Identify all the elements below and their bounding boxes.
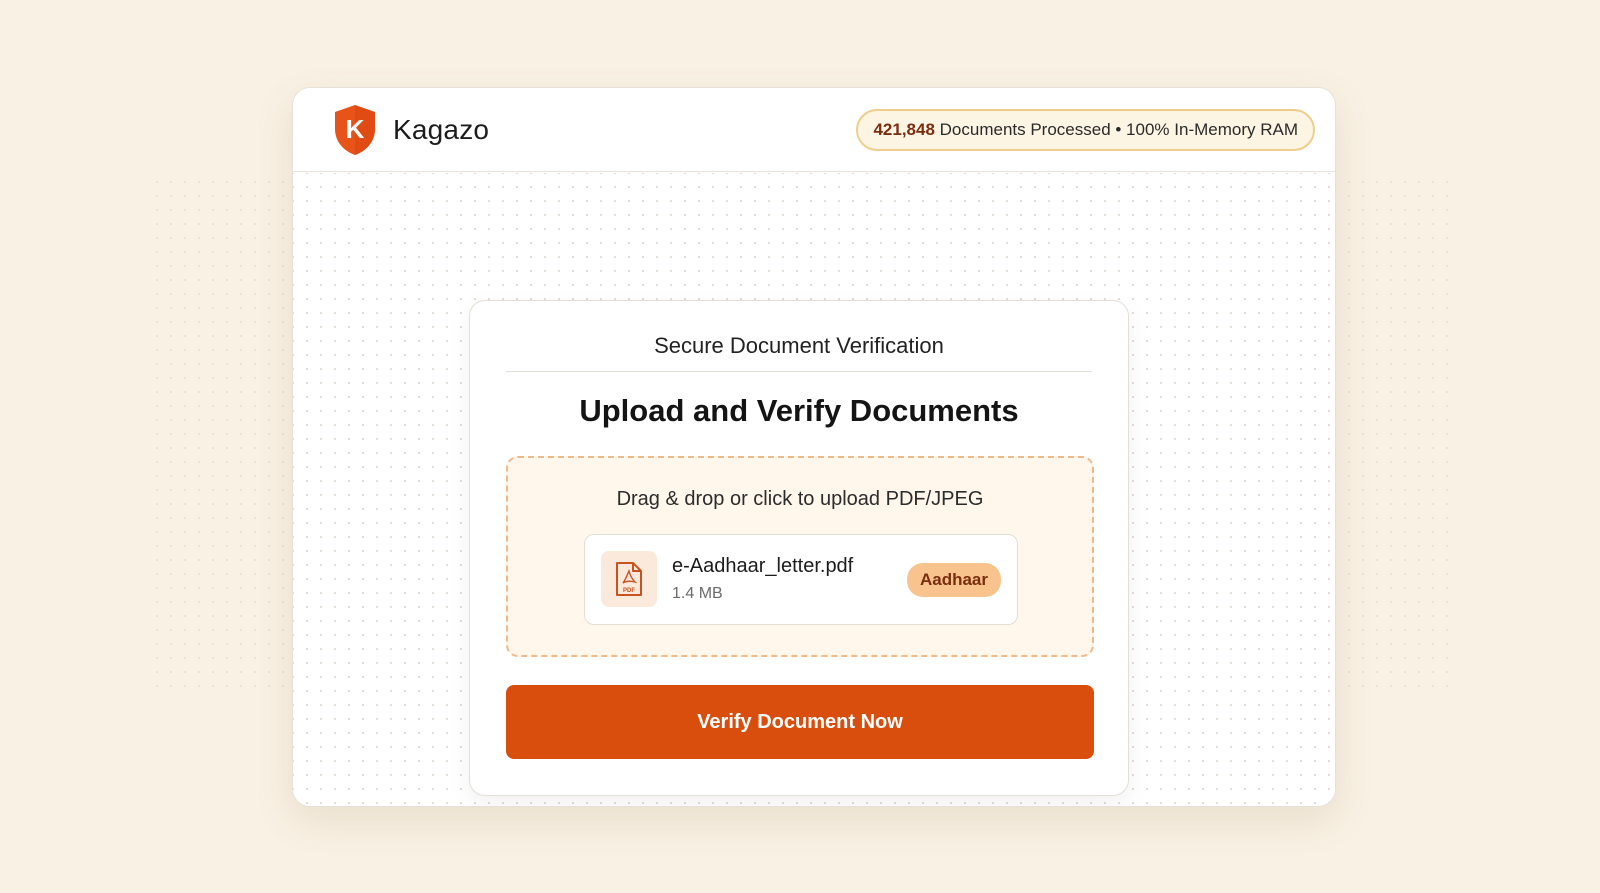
documents-processed-count: 421,848	[873, 119, 935, 139]
logo-letter: K	[346, 114, 365, 144]
pdf-icon-label: PDF	[623, 588, 635, 594]
card-subtitle: Secure Document Verification	[506, 333, 1092, 372]
brand[interactable]: K Kagazo	[331, 103, 489, 157]
verification-card: Secure Document Verification Upload and …	[469, 300, 1129, 796]
stats-label: Documents Processed • 100% In-Memory RAM	[939, 119, 1298, 139]
app-window: K Kagazo 421,848 Documents Processed • 1…	[292, 87, 1336, 807]
brand-name: Kagazo	[393, 113, 490, 145]
file-name: e-Aadhaar_letter.pdf	[672, 555, 854, 577]
stats-badge: 421,848 Documents Processed • 100% In-Me…	[856, 108, 1315, 151]
uploaded-file-item[interactable]: PDF e-Aadhaar_letter.pdf 1.4 MB Aadhaar	[584, 534, 1018, 625]
app-header: K Kagazo 421,848 Documents Processed • 1…	[293, 88, 1335, 172]
page-title: Upload and Verify Documents	[579, 393, 1019, 428]
shield-logo-icon: K	[331, 103, 379, 157]
dotted-canvas: Secure Document Verification Upload and …	[293, 173, 1335, 806]
upload-dropzone[interactable]: Drag & drop or click to upload PDF/JPEG …	[506, 456, 1094, 657]
dropzone-instruction: Drag & drop or click to upload PDF/JPEG	[616, 488, 984, 510]
file-size: 1.4 MB	[672, 585, 723, 602]
document-type-badge: Aadhaar	[906, 563, 1001, 597]
pdf-file-icon: PDF	[601, 551, 657, 607]
verify-document-button[interactable]: Verify Document Now	[506, 685, 1094, 759]
